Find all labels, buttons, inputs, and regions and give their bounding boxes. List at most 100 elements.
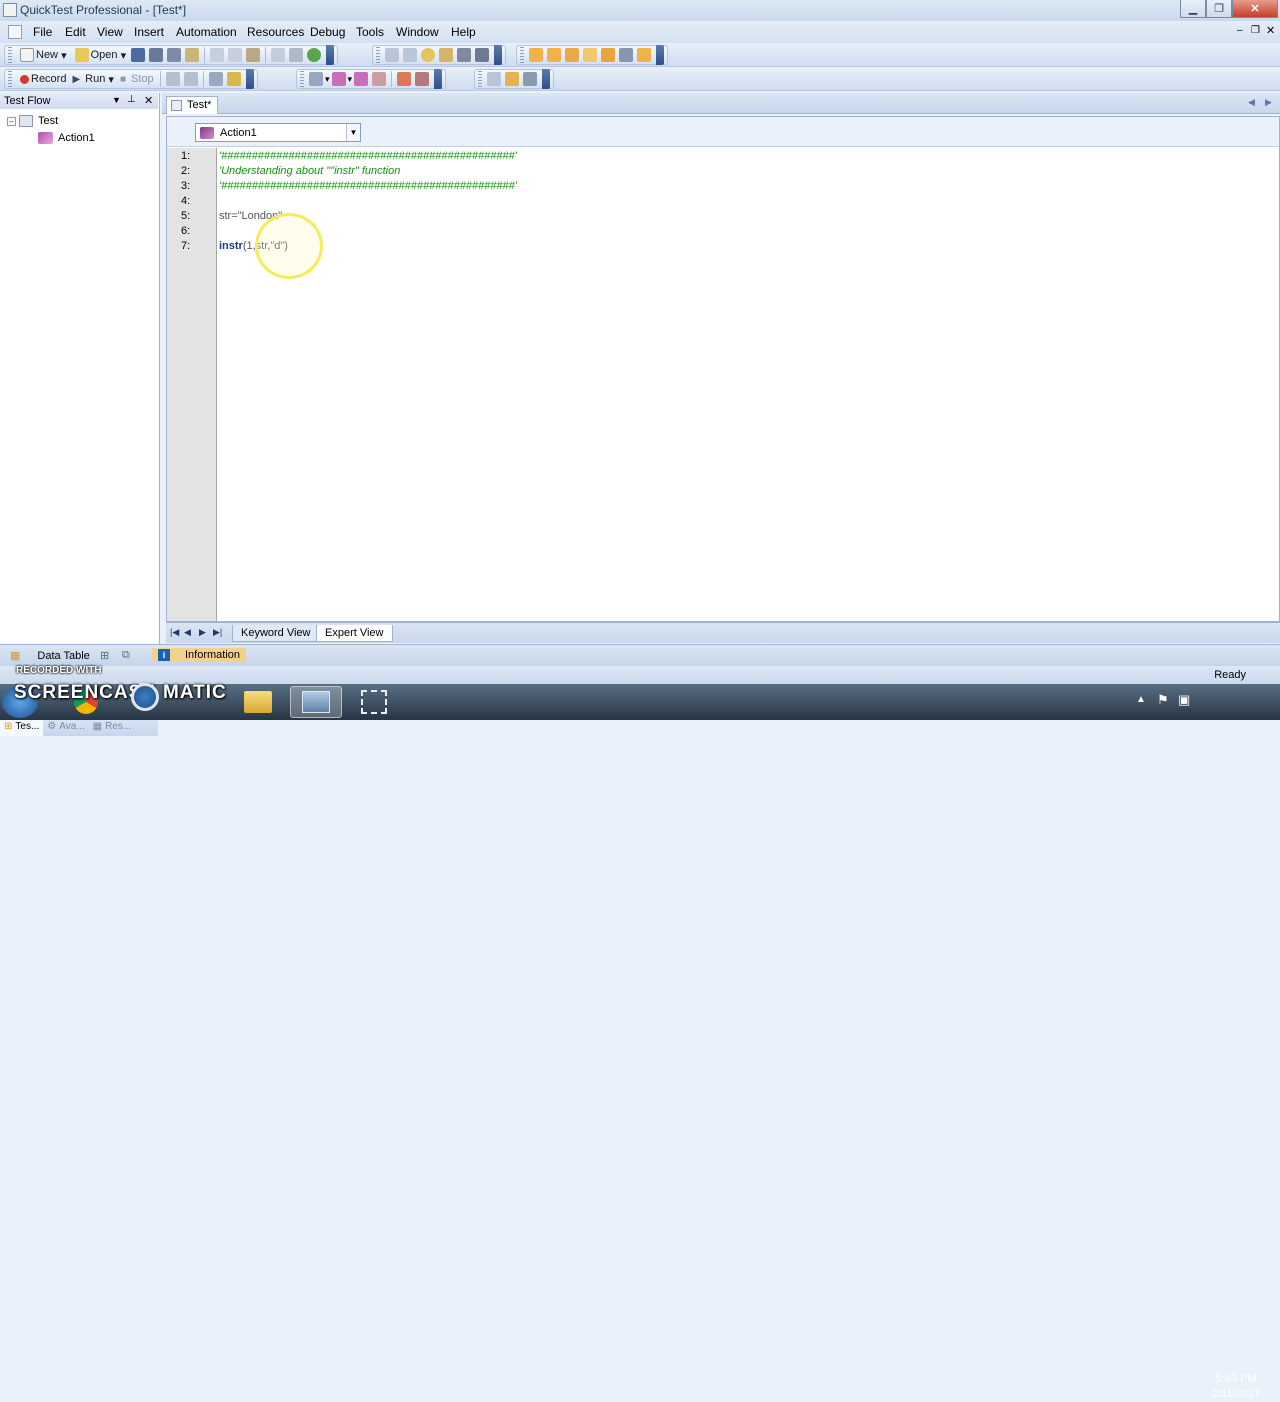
active-screen-icon[interactable] [637, 48, 651, 62]
toolbar-grip[interactable] [520, 47, 524, 63]
close-button[interactable]: ✕ [1232, 0, 1278, 18]
menu-help[interactable]: Help [451, 25, 476, 39]
step-over-icon[interactable] [523, 72, 537, 86]
action-dropdown[interactable]: Action1 ▼ [195, 123, 361, 142]
tree-node-test[interactable]: – Test [7, 115, 58, 127]
binoculars-icon[interactable] [457, 48, 471, 62]
tree-node-action1[interactable]: Action1 [38, 132, 95, 144]
insert-step-icon[interactable] [208, 72, 223, 86]
action-center-icon[interactable]: ⚑ [1157, 692, 1169, 708]
stop-button[interactable]: ■ Stop [117, 70, 157, 88]
checkpoint-icon[interactable] [226, 72, 241, 86]
mdi-close-icon[interactable]: ✕ [1266, 24, 1275, 37]
step-icon[interactable] [309, 72, 323, 86]
tab-expert-view[interactable]: Expert View [316, 625, 393, 642]
minimize-button[interactable]: ▁ [1180, 0, 1206, 18]
menu-view[interactable]: View [97, 25, 123, 39]
run-button[interactable]: ▶ Run ▾ [69, 70, 116, 88]
toolbar-overflow-button[interactable] [326, 45, 335, 65]
menu-insert[interactable]: Insert [134, 25, 164, 39]
pin-icon[interactable]: ⊥ [127, 94, 136, 105]
dropdown-arrow-icon[interactable]: ▾ [325, 74, 330, 85]
check-icon[interactable] [307, 48, 322, 62]
show-hidden-icons[interactable]: ▲ [1136, 694, 1146, 705]
call-action-icon[interactable] [354, 72, 369, 86]
menu-tools[interactable]: Tools [356, 25, 384, 39]
prev-tab-icon[interactable]: ◀ [184, 627, 191, 638]
analog-icon[interactable] [165, 72, 180, 86]
information-pane-button[interactable]: i Information [152, 648, 247, 662]
list-icon[interactable] [487, 72, 501, 86]
test-flow-icon[interactable] [529, 48, 543, 62]
toolbar-grip[interactable] [8, 71, 12, 87]
toolbar-grip[interactable] [376, 47, 380, 63]
panel-menu-icon[interactable]: ▼ [112, 95, 121, 105]
action-icon[interactable] [331, 72, 346, 86]
panel-close-icon[interactable]: ✕ [144, 94, 153, 107]
mdi-restore-icon[interactable]: ❐ [1251, 25, 1260, 36]
toolbar-grip[interactable] [478, 71, 482, 87]
collapse-icon[interactable]: – [7, 116, 16, 126]
document-icon[interactable] [8, 25, 22, 39]
toolbar-overflow-button[interactable] [656, 45, 664, 65]
menu-resources[interactable]: Resources [247, 25, 304, 39]
data-table-pane-button[interactable]: ▦ Data Table [4, 648, 96, 663]
print-preview-icon[interactable] [185, 48, 200, 62]
menu-edit[interactable]: Edit [65, 25, 86, 39]
open-button[interactable]: Open ▾ [70, 46, 130, 64]
toolbar-overflow-button[interactable] [494, 45, 502, 65]
new-button[interactable]: New ▾ [15, 46, 70, 64]
undo-icon[interactable] [385, 48, 399, 62]
qtp-taskbar-icon[interactable] [290, 686, 342, 718]
snipping-taskbar-icon[interactable] [348, 686, 400, 718]
toolbar-overflow-button[interactable] [245, 69, 254, 89]
toolbar-overflow-button[interactable] [434, 69, 443, 89]
code-text-area[interactable]: '#######################################… [167, 148, 1279, 621]
system-clock[interactable]: 5:49 PM 2/11/2017 [1204, 1372, 1268, 1402]
menu-automation[interactable]: Automation [176, 25, 237, 39]
menu-file[interactable]: File [33, 25, 52, 39]
resources-icon[interactable] [547, 48, 561, 62]
find-icon[interactable] [421, 48, 435, 62]
restore-button[interactable]: ❐ [1206, 0, 1232, 18]
cut-icon[interactable] [210, 48, 225, 62]
print-icon[interactable] [167, 48, 182, 62]
object-repository-icon[interactable] [565, 48, 579, 62]
toolbar-grip[interactable] [300, 71, 304, 87]
next-tab-icon[interactable]: ▶ [199, 627, 206, 638]
chevron-down-icon[interactable]: ▼ [346, 124, 360, 141]
delete-icon[interactable] [289, 48, 304, 62]
menu-window[interactable]: Window [396, 25, 439, 39]
scroll-right-icon[interactable]: ▶ [1265, 97, 1272, 108]
spell-check-icon[interactable] [475, 48, 489, 62]
explorer-taskbar-icon[interactable] [232, 686, 284, 718]
menu-debug[interactable]: Debug [310, 25, 345, 39]
replace-icon[interactable] [439, 48, 453, 62]
record-button[interactable]: Record [15, 70, 69, 88]
network-icon[interactable]: ▣ [1178, 692, 1190, 708]
split-action-icon[interactable] [372, 72, 387, 86]
debug-viewer-icon[interactable] [601, 48, 615, 62]
edit-icon[interactable] [271, 48, 286, 62]
first-tab-icon[interactable]: |◀ [170, 627, 179, 638]
scroll-left-icon[interactable]: ◀ [1248, 97, 1255, 108]
mdi-minimize-icon[interactable]: – [1237, 25, 1243, 36]
data-table-icon[interactable] [583, 48, 597, 62]
step-into-icon[interactable] [505, 72, 519, 86]
copy-icon[interactable] [228, 48, 243, 62]
clear-breakpoint-icon[interactable] [415, 72, 430, 86]
low-level-icon[interactable] [183, 72, 198, 86]
save-icon[interactable] [131, 48, 146, 62]
insert-breakpoint-icon[interactable] [397, 72, 412, 86]
last-tab-icon[interactable]: ▶| [213, 627, 222, 638]
redo-icon[interactable] [403, 48, 417, 62]
toolbar-overflow-button[interactable] [542, 69, 550, 89]
toolbar-grip[interactable] [8, 47, 12, 63]
paste-icon[interactable] [246, 48, 261, 62]
tab-keyword-view[interactable]: Keyword View [232, 625, 320, 642]
pane-settings-icon[interactable]: ⧉ [122, 649, 130, 662]
tools-icon[interactable] [619, 48, 633, 62]
pane-option-icon[interactable]: ⊞ [100, 649, 109, 662]
dropdown-arrow-icon[interactable]: ▾ [348, 74, 353, 85]
document-tab-test[interactable]: Test* [166, 96, 219, 114]
